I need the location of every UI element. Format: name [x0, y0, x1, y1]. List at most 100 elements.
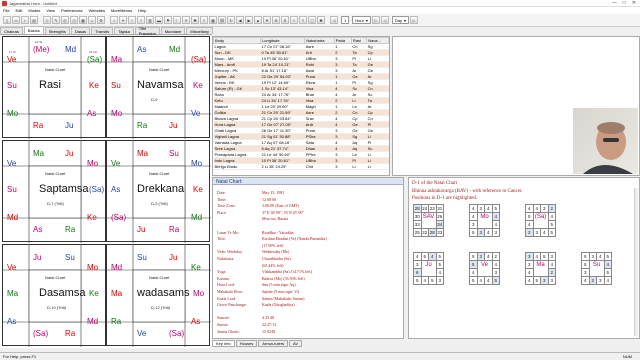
step-forward-icon[interactable]: ▷	[371, 16, 380, 24]
tab-dasas[interactable]: Dasas	[70, 27, 91, 34]
step-forward2-icon[interactable]: ▷	[410, 16, 419, 24]
save-icon[interactable]: ▪	[21, 16, 29, 24]
sun-icon[interactable]: ☀	[182, 16, 190, 24]
planet-table[interactable]: Body Longitude Nakshatra Pada Rasi Nava... La…	[212, 36, 390, 176]
chart-4[interactable]: Natal Chart Dasamsa D-10 (Tritl) Ve Ju Su Mo Ke…	[2, 244, 107, 347]
close-button[interactable]: ✕	[632, 0, 636, 6]
step-value-field[interactable]: 1	[341, 16, 350, 24]
tab-basics[interactable]: Basics	[23, 26, 44, 34]
planet-label: Mo	[87, 159, 99, 168]
menu-file[interactable]: File	[3, 8, 9, 13]
planet-label: Ra	[169, 225, 180, 234]
wheel-icon[interactable]: ✺	[191, 16, 199, 24]
av-cell: 23	[428, 204, 437, 213]
filter-icon[interactable]: ⊻	[281, 16, 289, 24]
settings-icon[interactable]: ⚙	[97, 16, 105, 24]
av-cell: 5	[469, 260, 478, 269]
new-icon[interactable]: ▯	[3, 16, 11, 24]
step-back-icon[interactable]: ◁	[330, 16, 338, 24]
chart-5[interactable]: Natal Chart wadasams D-12 (Tritl) Md Su Ju Ke M…	[106, 244, 211, 347]
link-icon[interactable]: ⛓	[218, 16, 226, 24]
tab-tajaka[interactable]: Tajaka	[114, 27, 134, 34]
menu-modes[interactable]: Modes	[28, 8, 40, 13]
edit-chart-icon[interactable]: ✎	[52, 16, 60, 24]
av-grid-label: Ve	[480, 261, 488, 268]
menu-moremenus[interactable]: MoreMenus	[111, 8, 132, 13]
zoom-icon[interactable]: ⊕	[272, 16, 280, 24]
chart-1[interactable]: Natal Chart Navamsa D-9 Ma As Md (Sa) Ke Ve Ju Ra M…	[106, 36, 211, 139]
refresh-icon[interactable]: ↻	[227, 16, 235, 24]
export-icon[interactable]: ⇪	[299, 16, 307, 24]
planet-label: As	[33, 225, 43, 234]
av-cell: 2	[547, 268, 556, 277]
maximize-button[interactable]: □	[623, 0, 626, 6]
info-icon[interactable]: i	[128, 16, 136, 24]
table-row[interactable]: Bhrigu Bindu 2 Li 35' 24.29" Chit 3 Li Li	[213, 163, 389, 170]
info-value: 22:27:13	[262, 322, 277, 327]
tab-chakras[interactable]: Chakras	[0, 27, 23, 34]
menu-view[interactable]: View	[46, 8, 55, 13]
transit-icon[interactable]: ☼	[88, 16, 96, 24]
arrow-left-icon[interactable]: ◀	[236, 16, 244, 24]
pin-icon[interactable]: ✱	[317, 16, 325, 24]
chart-3[interactable]: Natal Chart Drekkana D-3 (Tritl) Ve Ma Su Mo Ke…	[106, 140, 211, 243]
print-icon[interactable]: ▤	[30, 16, 38, 24]
calendar-icon[interactable]: ▦	[79, 16, 87, 24]
tab-mundane[interactable]: Mundane	[160, 27, 186, 34]
tools-icon[interactable]: ✧	[290, 16, 298, 24]
planet-label: Ke	[87, 213, 97, 222]
av-cell: 28	[413, 204, 422, 213]
tab-av[interactable]: AV	[289, 340, 303, 347]
window-title: Jagannatha Hora - Untitled	[9, 0, 57, 6]
clock-icon[interactable]: ◷	[70, 16, 78, 24]
moon-icon[interactable]: ☾	[173, 16, 181, 24]
chart-0[interactable]: Natal Chart Rasi Ve 17 Ar (Me) 10 Ta Md (Sa) 24 …	[2, 36, 107, 139]
planet-label: Md	[7, 213, 19, 222]
planet-icon[interactable]: ♃	[110, 16, 118, 24]
tab-transits[interactable]: Transits	[91, 27, 114, 34]
tab-miscellany[interactable]: Miscellany	[186, 27, 214, 34]
planet-label: Ve	[7, 159, 17, 168]
book-icon[interactable]: ▬	[155, 16, 163, 24]
tab-amsa-rulers[interactable]: Arnsa-rulers	[258, 340, 289, 347]
chart-division: D-12 (Tritl)	[151, 305, 170, 310]
menu-edit[interactable]: Edit	[15, 8, 22, 13]
av-cell: 4	[532, 204, 541, 213]
step-back2-icon[interactable]: ◁	[380, 16, 389, 24]
av-cell: 4	[435, 268, 444, 277]
planet-label: Ke	[191, 263, 201, 272]
planet-label: Ju	[65, 149, 74, 158]
minimize-button[interactable]: —	[612, 0, 617, 6]
flag-icon[interactable]: ⚑	[164, 16, 172, 24]
av-cell: 3	[476, 204, 485, 213]
tab-houses[interactable]: Houses	[235, 340, 258, 347]
ashtakavarga-panel: D-1 of the Natal Chart Bhinna ashtakavar…	[408, 177, 640, 339]
step-unit-select[interactable]: Hour ▾	[352, 16, 371, 24]
arrow-right-icon[interactable]: ▶	[245, 16, 253, 24]
star-icon[interactable]: ✦	[119, 16, 127, 24]
list-icon[interactable]: ≡	[200, 16, 208, 24]
menu-websites[interactable]: Websites	[89, 8, 105, 13]
down-icon[interactable]: ▼	[263, 16, 271, 24]
scrollbar[interactable]	[634, 188, 638, 336]
help-icon[interactable]: ?	[137, 16, 145, 24]
planet-label: Ma	[111, 55, 123, 64]
up-icon[interactable]: ▲	[254, 16, 262, 24]
chart-icon[interactable]: ◇	[43, 16, 51, 24]
open-icon[interactable]: ▭	[12, 16, 20, 24]
day-unit-select[interactable]: Day ▾	[391, 16, 410, 24]
chart-2[interactable]: Natal Chart Saptamsa D-7 (Tritl) Ve Ma Ju Mo (S…	[2, 140, 107, 243]
planet-label: Su	[111, 81, 121, 90]
av-grid-label: (Sa)	[534, 213, 547, 220]
menu-preferences[interactable]: Preferences	[61, 8, 83, 13]
info-value: Krishna Ekadasi (Ve) (Nanda,Purnatika)	[262, 236, 327, 242]
globe-icon[interactable]: ◎	[61, 16, 69, 24]
tab-tithi-pravesha[interactable]: Tithi Pravesha	[134, 26, 160, 36]
info-row: Gowri Panchanga: Kaala (Ghoghadiya)	[217, 302, 402, 308]
menu-help[interactable]: Help	[138, 8, 146, 13]
table-icon[interactable]: ▥	[146, 16, 154, 24]
window-icon[interactable]: ▢	[308, 16, 316, 24]
tab-strengths[interactable]: Strengths	[44, 27, 70, 34]
grid-icon[interactable]: ▦	[209, 16, 217, 24]
tab-key-info[interactable]: Key Info	[212, 340, 235, 347]
